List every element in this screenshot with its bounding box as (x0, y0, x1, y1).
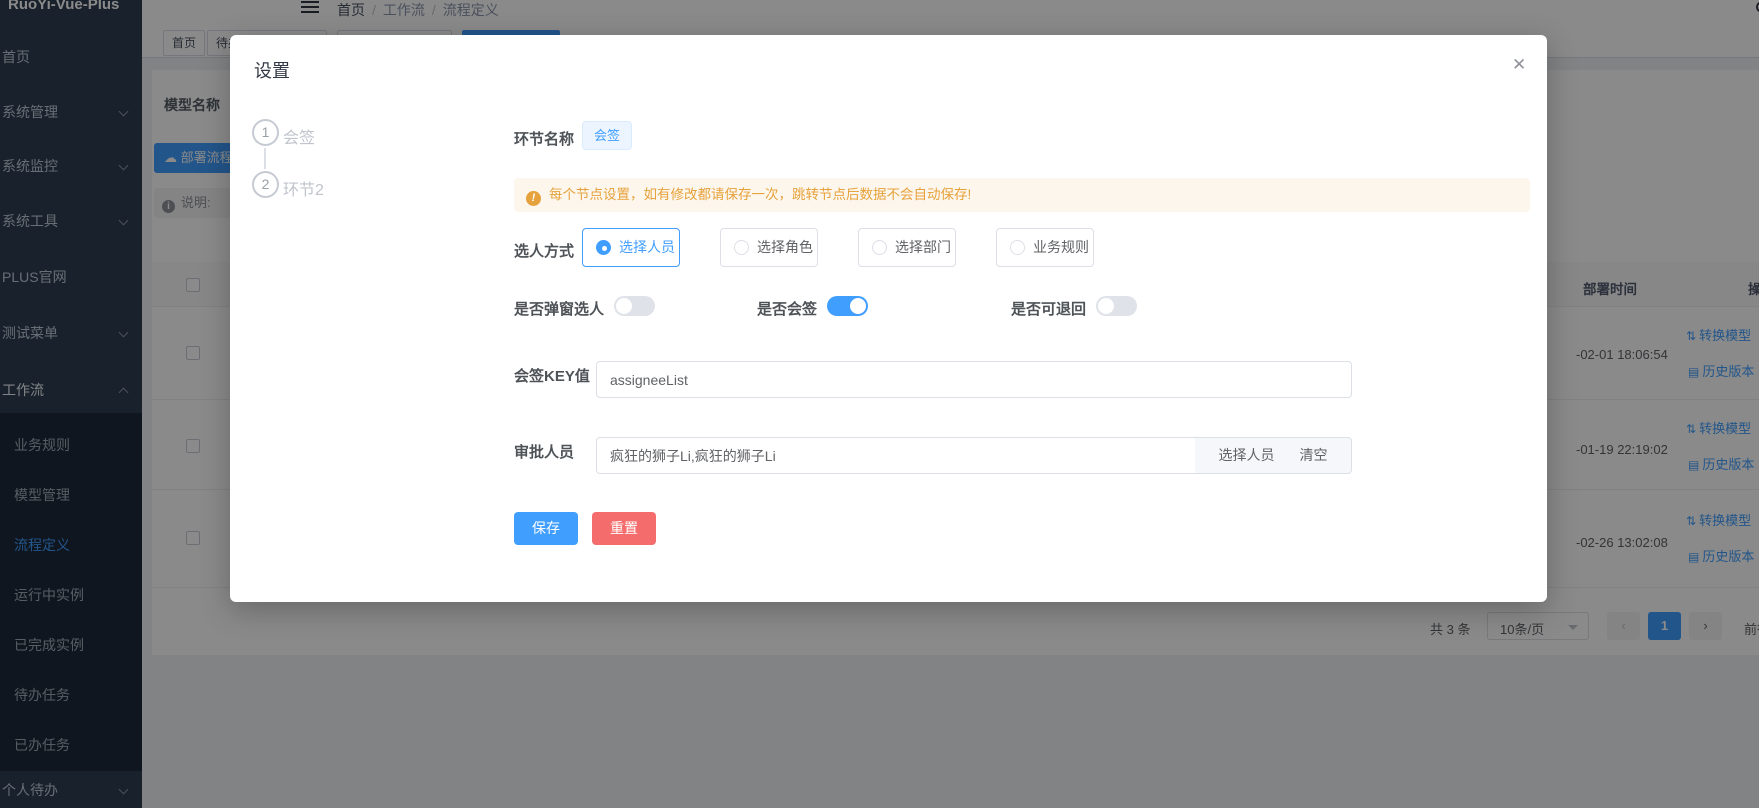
close-icon[interactable]: ✕ (1512, 55, 1526, 75)
countersign-key-label: 会签KEY值 (514, 365, 590, 386)
warning-icon: ! (526, 191, 541, 206)
countersign-key-input[interactable] (596, 361, 1352, 398)
node-name-label: 环节名称 (514, 128, 574, 149)
step-1-label[interactable]: 会签 (283, 124, 315, 148)
clear-button[interactable]: 清空 (1299, 447, 1327, 463)
radio-select-role[interactable]: 选择角色 (720, 228, 818, 267)
radio-icon (734, 240, 749, 255)
approver-input-append: 选择人员 清空 (1195, 437, 1352, 474)
approver-label: 审批人员 (514, 441, 574, 462)
radio-icon (596, 240, 611, 255)
radio-icon (872, 240, 887, 255)
reset-button[interactable]: 重置 (592, 512, 656, 545)
node-name-tag: 会签 (582, 121, 632, 150)
dialog-title: 设置 (254, 57, 290, 83)
select-mode-label: 选人方式 (514, 240, 574, 261)
approver-input[interactable] (596, 437, 1196, 474)
radio-select-dept[interactable]: 选择部门 (858, 228, 956, 267)
page-root: RuoYi-Vue-Plus 首页 系统管理 系统监控 系统工具 PLUS官网 … (0, 0, 1759, 808)
step-2-label[interactable]: 环节2 (283, 176, 324, 200)
countersign-toggle[interactable] (827, 296, 868, 316)
countersign-label: 是否会签 (757, 298, 817, 319)
returnable-label: 是否可退回 (1011, 298, 1086, 319)
step-2-circle[interactable]: 2 (252, 171, 279, 198)
settings-dialog: 设置 ✕ 1 会签 2 环节2 环节名称 会签 !每个节点设置，如有修改都请保存… (230, 35, 1547, 602)
save-button[interactable]: 保存 (514, 512, 578, 545)
returnable-toggle[interactable] (1096, 296, 1137, 316)
node-warning-alert: !每个节点设置，如有修改都请保存一次，跳转节点后数据不会自动保存! (514, 178, 1530, 212)
popup-select-label: 是否弹窗选人 (514, 298, 604, 319)
radio-business-rule[interactable]: 业务规则 (996, 228, 1094, 267)
step-1-circle[interactable]: 1 (252, 119, 279, 146)
radio-select-person[interactable]: 选择人员 (582, 228, 680, 267)
step-connector (264, 148, 266, 169)
popup-select-toggle[interactable] (614, 296, 655, 316)
radio-icon (1010, 240, 1025, 255)
select-person-button[interactable]: 选择人员 (1219, 447, 1275, 463)
